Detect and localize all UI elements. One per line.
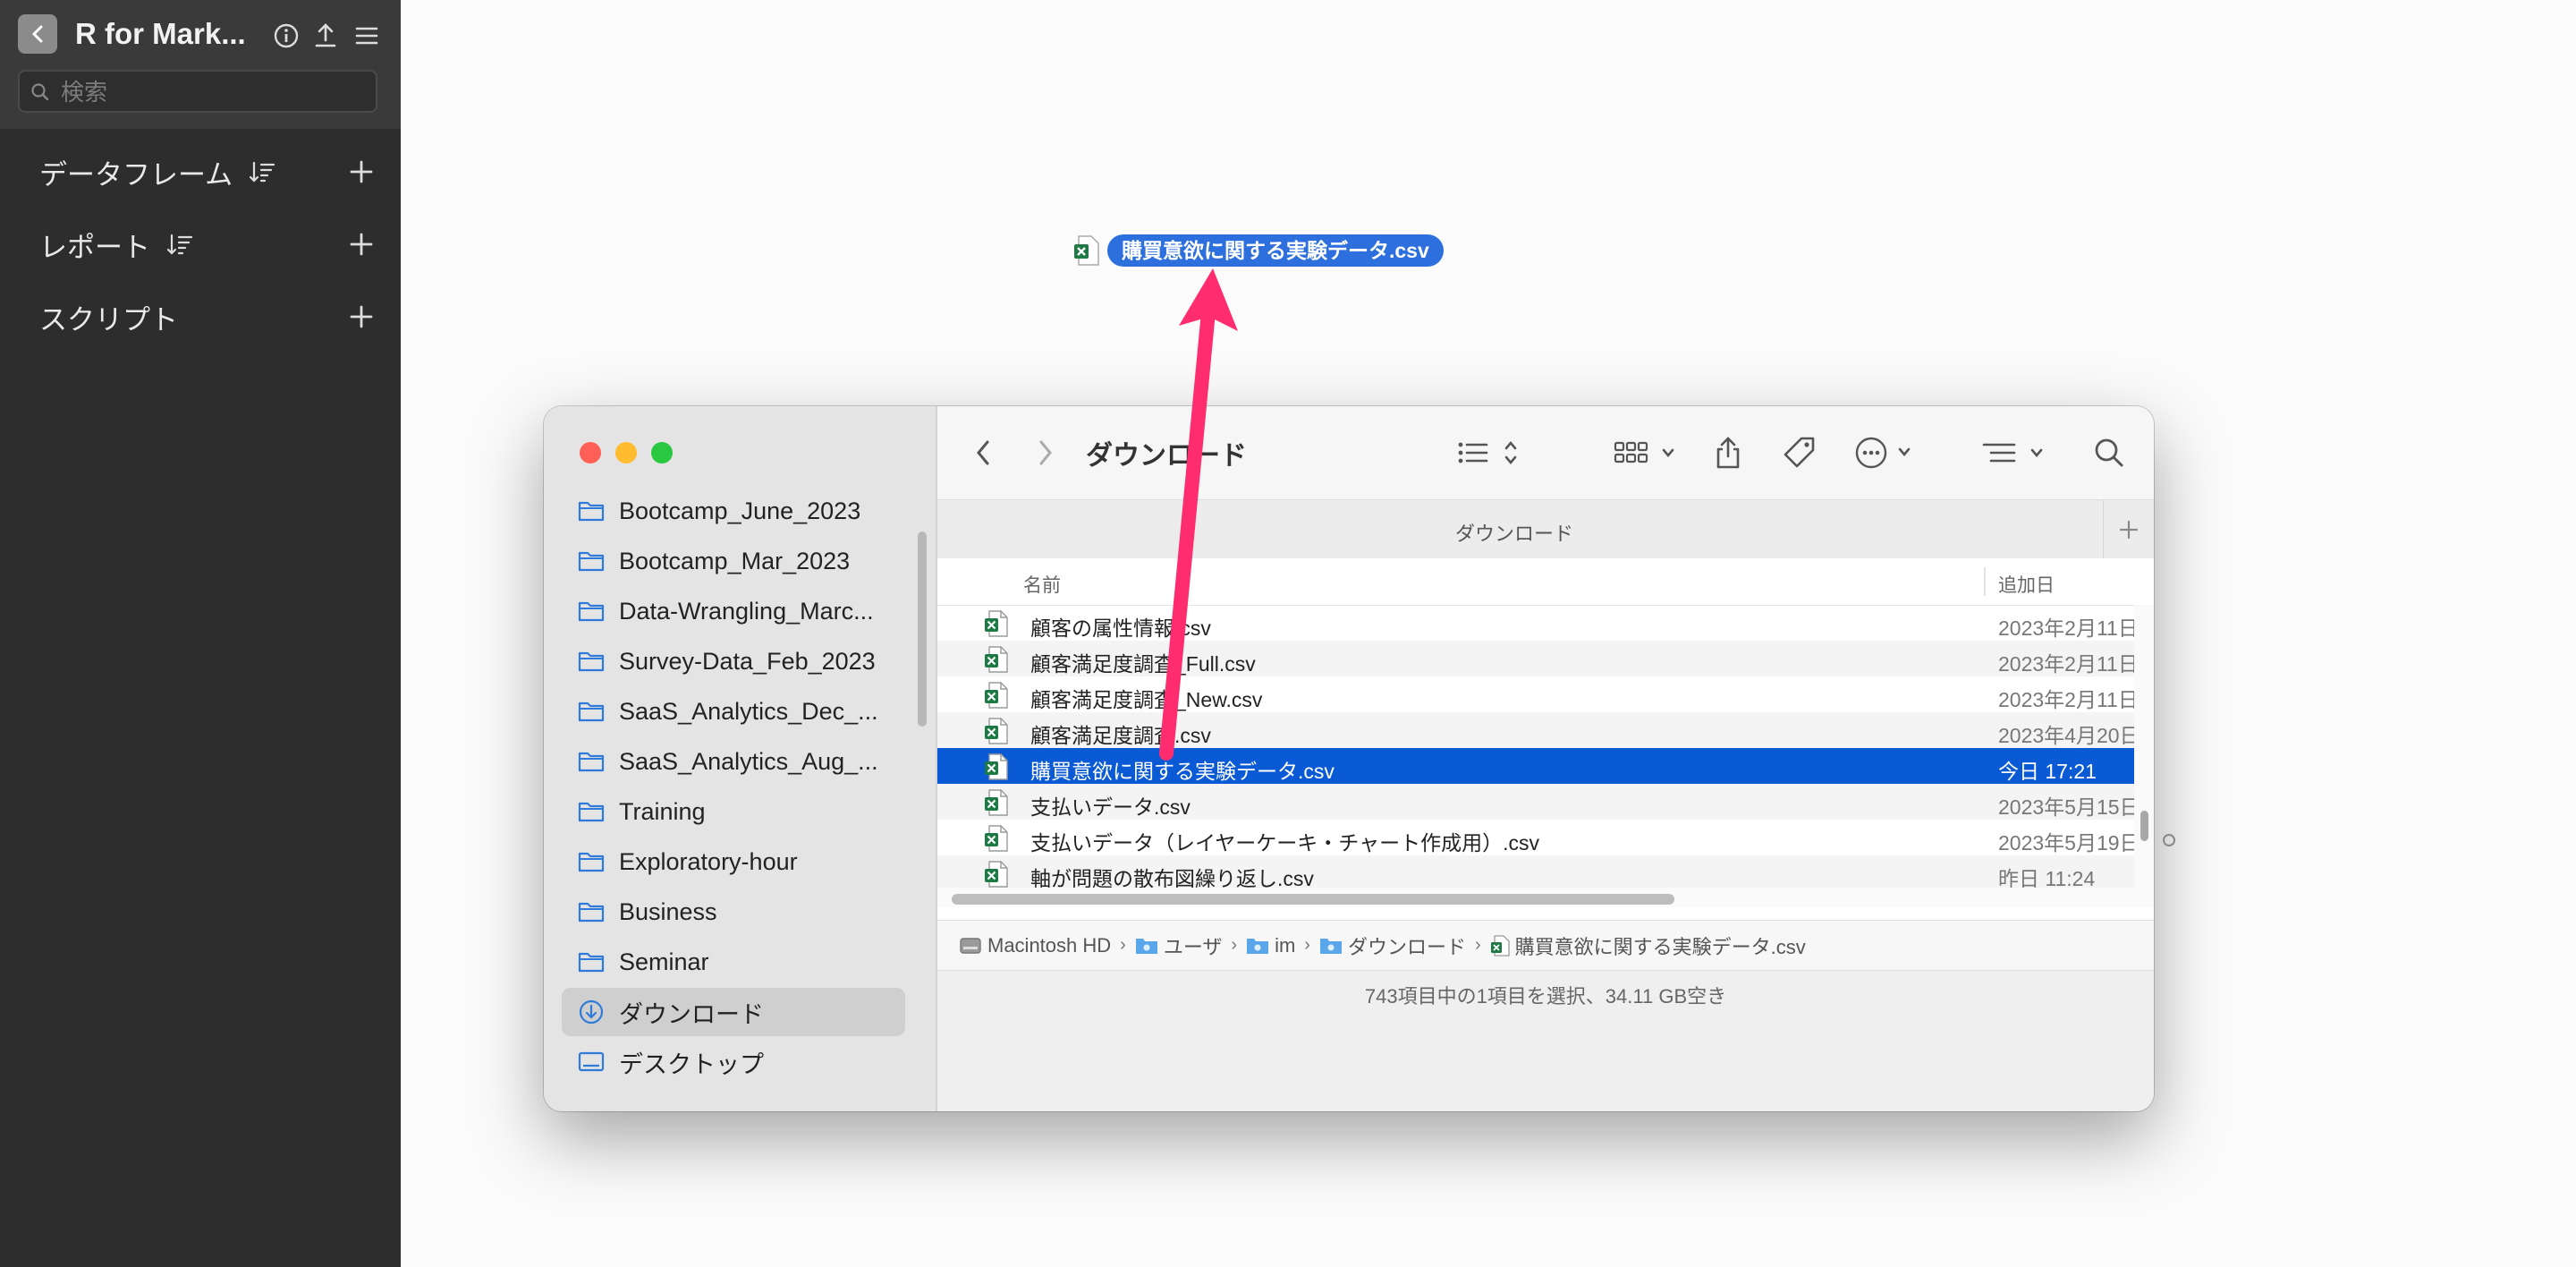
drag-arrow [1159,268,1238,761]
